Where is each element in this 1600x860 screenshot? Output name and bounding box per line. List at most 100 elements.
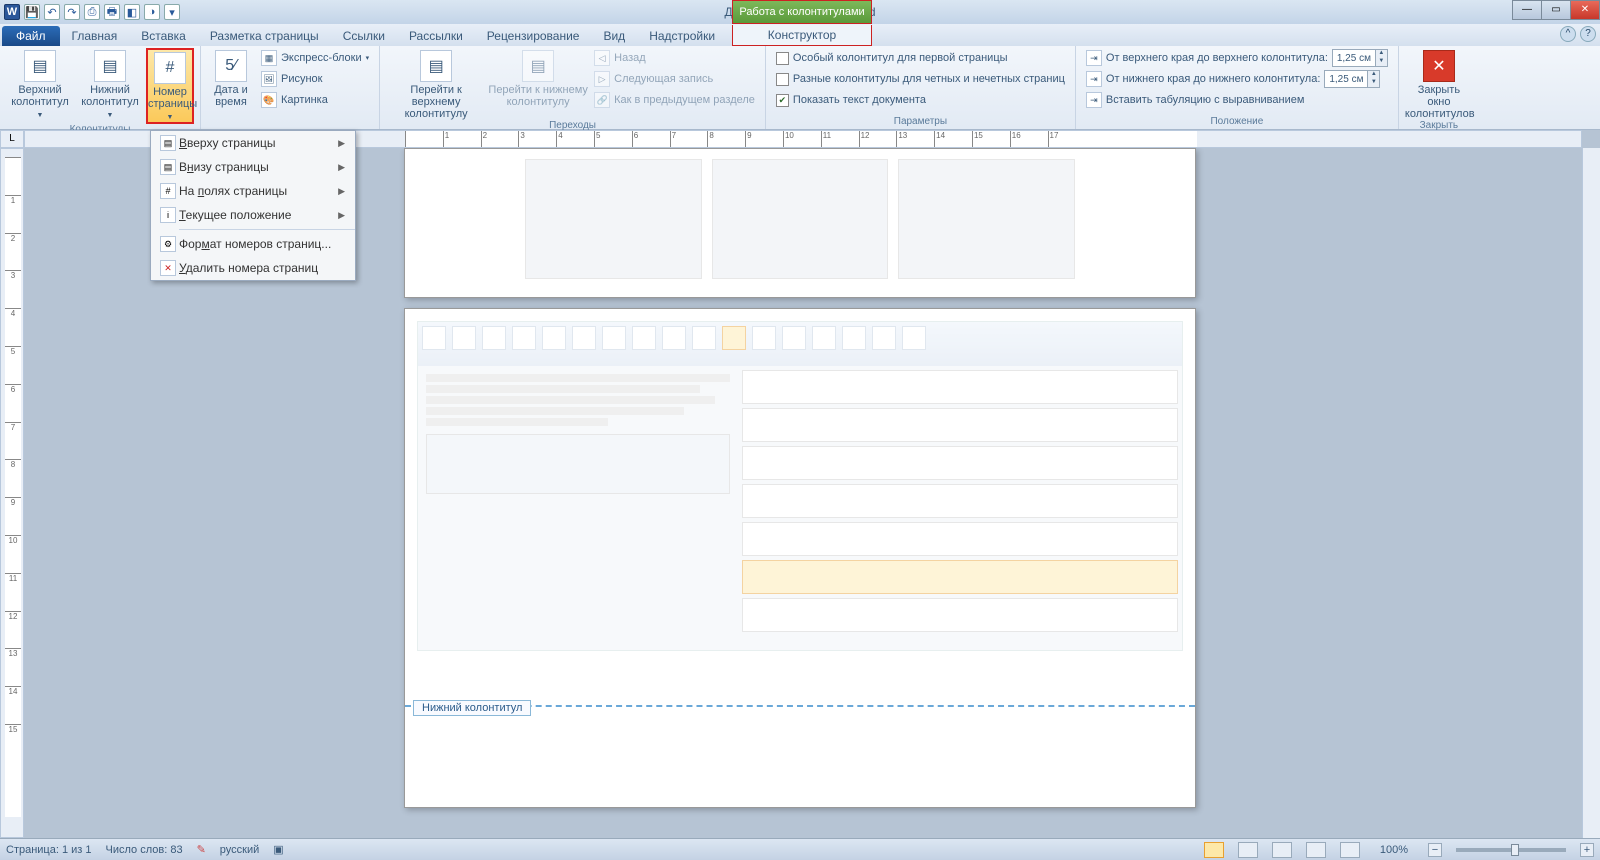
tab-review[interactable]: Рецензирование — [475, 26, 592, 46]
view-web-layout[interactable] — [1272, 842, 1292, 858]
dd-bottom-of-page[interactable]: ▤ Внизу страницы ▶ — [151, 155, 355, 179]
tab-file[interactable]: Файл — [2, 26, 60, 46]
vertical-ruler[interactable]: 123456789101112131415 — [0, 148, 24, 838]
picture-button[interactable]: 🖼Рисунок — [257, 69, 373, 89]
zoom-thumb[interactable] — [1511, 844, 1519, 856]
group-insert: 5⁄ Дата и время ▦Экспресс-блоки ▾ 🖼Рисун… — [201, 46, 380, 129]
view-draft[interactable] — [1340, 842, 1360, 858]
show-doc-checkbox[interactable]: ✔Показать текст документа — [772, 90, 1069, 110]
header-pos-icon: ⇥ — [1086, 50, 1102, 66]
submenu-arrow-icon: ▶ — [338, 210, 349, 221]
restore-button[interactable]: ▭ — [1541, 0, 1571, 20]
page-number-dropdown: ▤ Вверху страницы ▶ ▤ Внизу страницы ▶ #… — [150, 130, 356, 281]
tab-designer[interactable]: Конструктор — [732, 25, 872, 46]
help-icon[interactable]: ? — [1580, 26, 1596, 42]
header-icon: ▤ — [24, 50, 56, 82]
word-icon: W — [4, 4, 20, 20]
qat-icon-4[interactable]: ⎙ — [84, 4, 100, 20]
save-icon[interactable]: 💾 — [24, 4, 40, 20]
footer-from-bottom-spinner[interactable]: 1,25 см▲▼ — [1324, 70, 1380, 88]
diff-odd-even-checkbox[interactable]: Разные колонтитулы для четных и нечетных… — [772, 69, 1069, 89]
page-prev-bottom — [404, 148, 1196, 298]
close-button[interactable]: ✕ — [1570, 0, 1600, 20]
dd-remove-numbers[interactable]: ✕ Удалить номера страниц — [151, 256, 355, 280]
group-navigation: ▤ Перейти к верхнему колонтитулу ▤ Перей… — [380, 46, 766, 129]
qat-customize-icon[interactable]: ▾ — [164, 4, 180, 20]
checkbox-checked-icon: ✔ — [776, 94, 789, 107]
date-time-button[interactable]: 5⁄ Дата и время — [207, 48, 255, 108]
remove-icon: ✕ — [160, 260, 176, 276]
footer-icon: ▤ — [94, 50, 126, 82]
vertical-scrollbar[interactable] — [1582, 148, 1600, 838]
title-bar: W 💾 ↶ ↷ ⎙ 🖶 ◧ ◑ ▾ Документ1 - Microsoft … — [0, 0, 1600, 24]
previous-button: ◁Назад — [590, 48, 759, 68]
view-print-layout[interactable] — [1204, 842, 1224, 858]
quick-access-toolbar: W 💾 ↶ ↷ ⎙ 🖶 ◧ ◑ ▾ — [0, 4, 180, 20]
footer-button[interactable]: ▤ Нижний колонтитул▼ — [76, 48, 144, 120]
quick-parts-icon: ▦ — [261, 50, 277, 66]
link-icon: 🔗 — [594, 92, 610, 108]
goto-footer-icon: ▤ — [522, 50, 554, 82]
spin-down-icon[interactable]: ▼ — [1367, 79, 1379, 87]
goto-footer-button: ▤ Перейти к нижнему колонтитулу — [488, 48, 588, 108]
tab-view[interactable]: Вид — [591, 26, 637, 46]
status-page[interactable]: Страница: 1 из 1 — [6, 844, 92, 856]
align-tab-icon: ⇥ — [1086, 92, 1102, 108]
close-hf-icon: ✕ — [1423, 50, 1455, 82]
view-full-screen[interactable] — [1238, 842, 1258, 858]
close-hf-button[interactable]: ✕ Закрыть окно колонтитулов — [1405, 48, 1473, 120]
tab-page-layout[interactable]: Разметка страницы — [198, 26, 331, 46]
page-top-icon: ▤ — [160, 135, 176, 151]
tab-references[interactable]: Ссылки — [331, 26, 397, 46]
group-options: Особый колонтитул для первой страницы Ра… — [766, 46, 1076, 129]
redo-icon[interactable]: ↷ — [64, 4, 80, 20]
footer-from-bottom-row: ⇥От нижнего края до нижнего колонтитула:… — [1082, 69, 1392, 89]
minimize-ribbon-icon[interactable]: ^ — [1560, 26, 1576, 42]
header-from-top-spinner[interactable]: 1,25 см▲▼ — [1332, 49, 1388, 67]
header-from-top-row: ⇥От верхнего края до верхнего колонтитул… — [1082, 48, 1392, 68]
dd-format-numbers[interactable]: ⚙ Формат номеров страниц... — [151, 232, 355, 256]
format-icon: ⚙ — [160, 236, 176, 252]
separator — [179, 229, 355, 230]
submenu-arrow-icon: ▶ — [338, 162, 349, 173]
undo-icon[interactable]: ↶ — [44, 4, 60, 20]
status-words[interactable]: Число слов: 83 — [106, 844, 183, 856]
diff-first-page-checkbox[interactable]: Особый колонтитул для первой страницы — [772, 48, 1069, 68]
embedded-screenshot — [417, 321, 1183, 651]
group-close: ✕ Закрыть окно колонтитулов Закрыть — [1399, 46, 1479, 129]
proofing-icon[interactable]: ✎ — [197, 843, 206, 856]
status-macro-icon[interactable]: ▣ — [273, 843, 283, 856]
goto-header-icon: ▤ — [420, 50, 452, 82]
ribbon-tabs: Файл Главная Вставка Разметка страницы С… — [0, 24, 1600, 46]
tab-selector[interactable]: L — [0, 130, 24, 148]
tab-insert[interactable]: Вставка — [129, 26, 198, 46]
zoom-in-button[interactable]: + — [1580, 843, 1594, 857]
header-button[interactable]: ▤ Верхний колонтитул▼ — [6, 48, 74, 120]
spin-up-icon[interactable]: ▲ — [1375, 50, 1387, 58]
footer-pos-icon: ⇥ — [1086, 71, 1102, 87]
zoom-slider[interactable] — [1456, 848, 1566, 852]
zoom-percent[interactable]: 100% — [1380, 844, 1408, 856]
spin-up-icon[interactable]: ▲ — [1367, 71, 1379, 79]
tab-home[interactable]: Главная — [60, 26, 130, 46]
insert-align-tab-button[interactable]: ⇥Вставить табуляцию с выравниванием — [1082, 90, 1392, 110]
minimize-button[interactable]: — — [1512, 0, 1542, 20]
dd-page-margins[interactable]: # На полях страницы ▶ — [151, 179, 355, 203]
spin-down-icon[interactable]: ▼ — [1375, 58, 1387, 66]
checkbox-icon — [776, 73, 789, 86]
page-number-button[interactable]: # Номер страницы▼ — [146, 48, 194, 124]
tab-addins[interactable]: Надстройки — [637, 26, 727, 46]
dd-current-position[interactable]: Ꭵ Текущее положение ▶ — [151, 203, 355, 227]
dd-top-of-page[interactable]: ▤ Вверху страницы ▶ — [151, 131, 355, 155]
quick-parts-button[interactable]: ▦Экспресс-блоки ▾ — [257, 48, 373, 68]
next-icon: ▷ — [594, 71, 610, 87]
qat-icon-7[interactable]: ◑ — [144, 4, 160, 20]
tab-mailings[interactable]: Рассылки — [397, 26, 475, 46]
clipart-button[interactable]: 🎨Картинка — [257, 90, 373, 110]
qat-icon-5[interactable]: 🖶 — [104, 4, 120, 20]
zoom-out-button[interactable]: − — [1428, 843, 1442, 857]
qat-icon-6[interactable]: ◧ — [124, 4, 140, 20]
status-language[interactable]: русский — [220, 844, 259, 856]
goto-header-button[interactable]: ▤ Перейти к верхнему колонтитулу — [386, 48, 486, 120]
view-outline[interactable] — [1306, 842, 1326, 858]
